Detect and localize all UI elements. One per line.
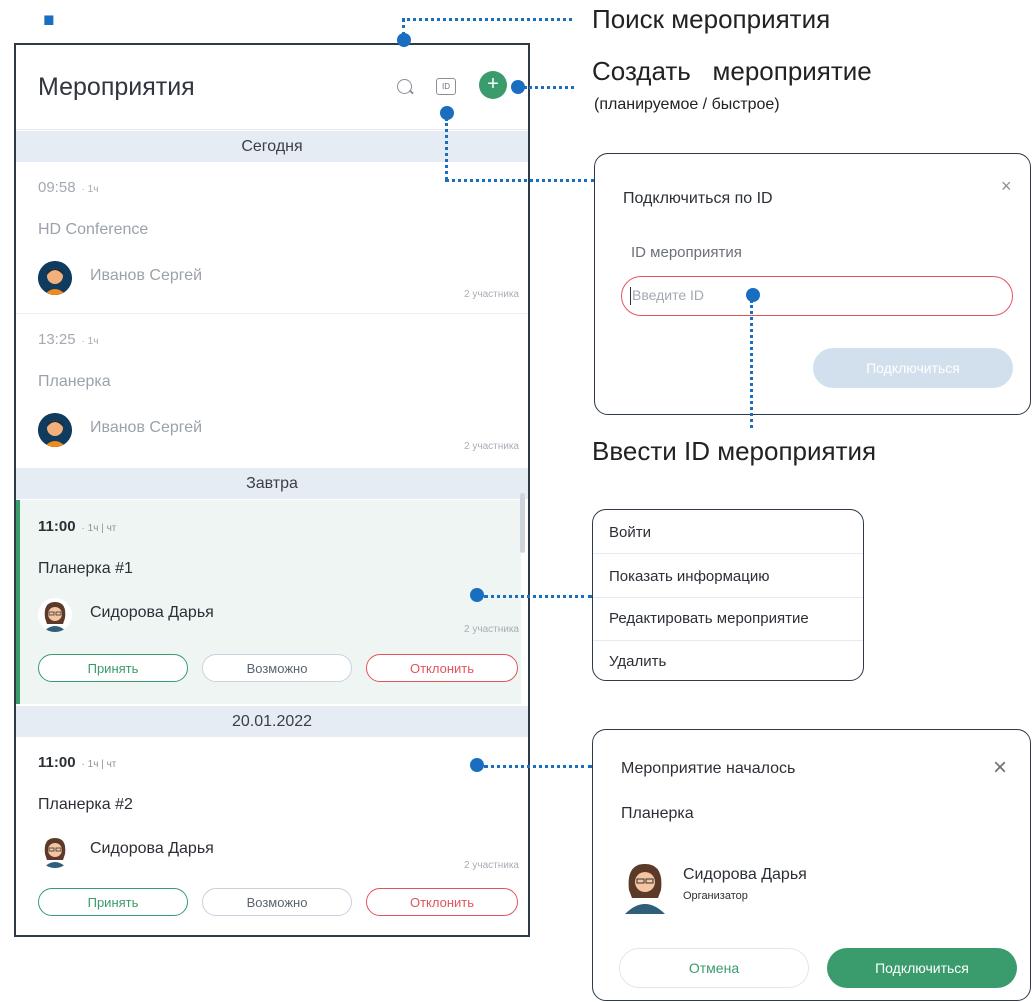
callout-dot xyxy=(746,288,760,302)
callout-create-sub: (планируемое / быстрое) xyxy=(594,96,780,113)
accept-button[interactable]: Принять xyxy=(38,654,188,682)
create-event-button[interactable]: + xyxy=(479,71,507,99)
connect-button-disabled[interactable]: Подключиться xyxy=(813,348,1013,388)
avatar xyxy=(38,834,72,868)
callout-dot xyxy=(511,80,525,94)
events-panel: Мероприятия ID + Сегодня 09:58 · 1ч HD Co… xyxy=(14,43,530,937)
input-placeholder: Введите ID xyxy=(632,287,705,303)
callout-line xyxy=(524,86,574,89)
event-name: Планерка #1 xyxy=(38,560,133,577)
menu-item-info[interactable]: Показать информацию xyxy=(609,568,770,585)
event-time: 11:00 · 1ч | чт xyxy=(38,518,117,535)
day-header-tomorrow: Завтра xyxy=(16,468,528,499)
scrollbar[interactable] xyxy=(520,493,525,553)
close-icon[interactable]: × xyxy=(993,754,1007,782)
participants-count: 2 участника xyxy=(464,441,519,452)
event-id-input[interactable]: Введите ID xyxy=(621,276,1013,316)
callout-dot xyxy=(470,588,484,602)
participants-count: 2 участника xyxy=(464,860,519,871)
callout-line xyxy=(750,300,753,428)
connect-button[interactable]: Подключиться xyxy=(827,948,1017,988)
divider xyxy=(593,640,863,641)
organizer-role: Организатор xyxy=(683,890,748,902)
event-item[interactable]: 11:00 · 1ч | чт Планерка #2 Сидорова Дарь… xyxy=(16,738,521,935)
join-by-id-dialog: Подключиться по ID × ID мероприятия Введ… xyxy=(594,153,1031,415)
menu-item-delete[interactable]: Удалить xyxy=(609,653,666,670)
maybe-button[interactable]: Возможно xyxy=(202,888,352,916)
field-label: ID мероприятия xyxy=(631,244,742,261)
participants-count: 2 участника xyxy=(464,624,519,635)
event-time: 09:58 · 1ч xyxy=(38,179,99,196)
search-icon[interactable] xyxy=(397,79,412,94)
organizer-name: Сидорова Дарья xyxy=(683,866,807,883)
event-name: Планерка #2 xyxy=(38,796,133,813)
dialog-title: Мероприятие началось xyxy=(621,760,796,777)
callout-enter-id: Ввести ID мероприятия xyxy=(592,436,877,466)
divider xyxy=(593,597,863,598)
callout-line xyxy=(445,118,448,180)
organizer-name: Иванов Сергей xyxy=(90,267,203,284)
callout-line xyxy=(445,179,595,182)
event-item[interactable]: 09:58 · 1ч HD Conference Иванов Сергей 2 … xyxy=(16,163,521,313)
participants-count: 2 участника xyxy=(464,289,519,300)
close-icon[interactable]: × xyxy=(1001,176,1012,197)
avatar xyxy=(38,598,72,632)
dialog-title: Подключиться по ID xyxy=(623,190,773,207)
callout-line xyxy=(402,18,572,21)
id-join-icon[interactable]: ID xyxy=(436,78,456,95)
organizer-name: Сидорова Дарья xyxy=(90,604,214,621)
callout-search: Поиск мероприятия xyxy=(592,4,831,34)
callout-line xyxy=(484,765,592,768)
context-menu: Войти Показать информацию Редактировать … xyxy=(592,509,864,681)
divider xyxy=(593,553,863,554)
day-header-today: Сегодня xyxy=(16,131,528,162)
event-item[interactable]: 13:25 · 1ч Планерка Иванов Сергей 2 участ… xyxy=(16,315,521,465)
cancel-button[interactable]: Отмена xyxy=(619,948,809,988)
menu-item-enter[interactable]: Войти xyxy=(609,524,651,541)
text-caret xyxy=(630,287,631,305)
organizer-name: Сидорова Дарья xyxy=(90,840,214,857)
event-time: 11:00 · 1ч | чт xyxy=(38,754,117,771)
panel-title: Мероприятия xyxy=(38,73,195,101)
page-heading-fragment: . xyxy=(40,0,60,39)
event-name: Планерка xyxy=(38,373,111,390)
menu-item-edit[interactable]: Редактировать мероприятие xyxy=(609,610,809,627)
decline-button[interactable]: Отклонить xyxy=(366,654,518,682)
event-time: 13:25 · 1ч xyxy=(38,331,99,348)
decline-button[interactable]: Отклонить xyxy=(366,888,518,916)
event-started-dialog: Мероприятие началось × Планерка Сидорова… xyxy=(592,729,1031,1001)
event-title: Планерка xyxy=(621,805,694,822)
organizer-name: Иванов Сергей xyxy=(90,419,203,436)
divider xyxy=(16,313,528,314)
day-header-date: 20.01.2022 xyxy=(16,706,528,737)
callout-line xyxy=(484,595,592,598)
avatar xyxy=(621,858,669,914)
event-name: HD Conference xyxy=(38,221,149,238)
callout-dot xyxy=(470,758,484,772)
avatar xyxy=(38,261,72,295)
avatar xyxy=(38,413,72,447)
maybe-button[interactable]: Возможно xyxy=(202,654,352,682)
callout-create: Создать мероприятие xyxy=(592,56,872,86)
event-item-selected[interactable]: 11:00 · 1ч | чт Планерка #1 Сидорова Дарь… xyxy=(16,500,521,704)
accept-button[interactable]: Принять xyxy=(38,888,188,916)
